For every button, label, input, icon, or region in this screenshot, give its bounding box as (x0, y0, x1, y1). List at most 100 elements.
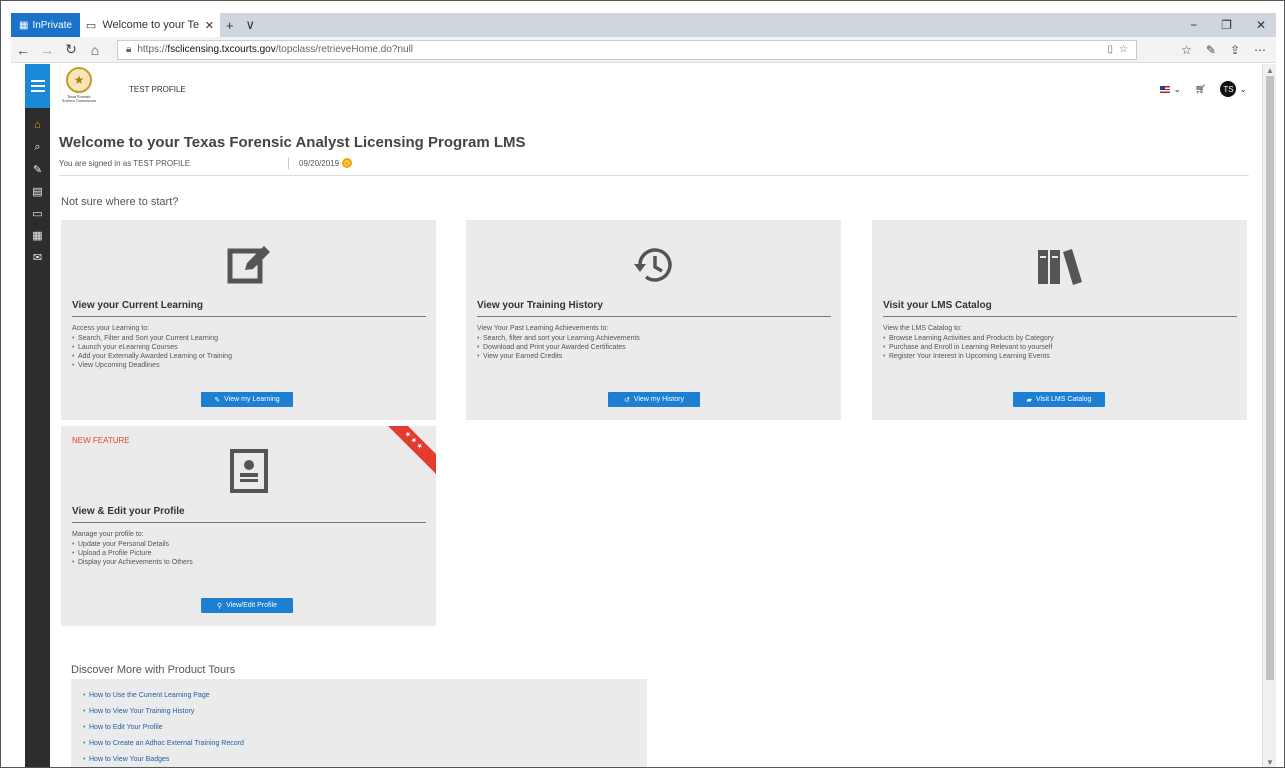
start-heading: Not sure where to start? (61, 196, 179, 208)
favorite-star-icon[interactable]: ☆ (1119, 44, 1128, 55)
scroll-down-icon[interactable]: ▼ (1263, 758, 1276, 767)
clock-icon[interactable]: ◷ (342, 158, 353, 168)
visit-lms-catalog-button[interactable]: ▰ Visit LMS Catalog (1013, 392, 1105, 407)
clipboard-icon[interactable]: ▤ (25, 180, 50, 202)
id-card-icon[interactable]: ▭ (25, 202, 50, 224)
card-title: Visit your LMS Catalog (883, 300, 992, 311)
share-icon[interactable]: ⇪ (1230, 43, 1240, 57)
card-training-history: View your Training History View Your Pas… (466, 220, 841, 420)
tour-link[interactable]: How to Create an Adhoc External Training… (83, 736, 647, 752)
menu-toggle-button[interactable] (25, 64, 50, 108)
main-content: ★ Texas Forensic Science Commission TEST … (51, 64, 1261, 767)
inprivate-icon: ▦ (19, 19, 29, 31)
history-icon (466, 242, 841, 288)
list-item: Add your Externally Awarded Learning or … (72, 352, 232, 361)
browser-window: ▦ InPrivate ▭ Welcome to your Texas ✕ + … (0, 0, 1285, 768)
url-path: /topclass/retrieveHome.do?null (275, 44, 414, 55)
list-item: Search, Filter and Sort your Current Lea… (72, 334, 232, 343)
button-label: View my Learning (224, 396, 280, 403)
lock-icon: 🔒︎ (126, 44, 132, 55)
commission-logo[interactable]: ★ Texas Forensic Science Commission (59, 67, 99, 111)
button-label: Visit LMS Catalog (1035, 396, 1092, 403)
vertical-scrollbar[interactable]: ▲ ▼ (1262, 64, 1276, 767)
tab-close-icon[interactable]: ✕ (205, 19, 214, 32)
user-icon: ⚲ (217, 602, 223, 610)
new-feature-badge: NEW FEATURE (72, 436, 130, 445)
top-bar: ★ Texas Forensic Science Commission TEST … (51, 64, 1261, 114)
new-tab-button[interactable]: + (220, 18, 240, 33)
tour-link[interactable]: How to View Your Badges (83, 752, 647, 767)
signed-in-text: You are signed in as TEST PROFILE (59, 158, 191, 168)
list-item: Launch your eLearning Courses (72, 343, 232, 352)
list-item: Update your Personal Details (72, 540, 193, 549)
list-item: View your Earned Credits (477, 352, 640, 361)
card-description: Manage your profile to: Update your Pers… (72, 530, 193, 567)
close-window-button[interactable]: ✕ (1256, 18, 1266, 32)
url-prefix: https:// (137, 44, 168, 55)
favorites-icon[interactable]: ☆ (1181, 43, 1192, 57)
tour-link[interactable]: How to Use the Current Learning Page (83, 688, 647, 704)
scroll-up-icon[interactable]: ▲ (1263, 66, 1276, 75)
cart-icon[interactable]: 🛒︎ (1195, 84, 1206, 95)
maximize-button[interactable]: ❐ (1221, 18, 1232, 32)
list-item: Search, filter and sort your Learning Ac… (477, 334, 640, 343)
forward-button[interactable]: → (35, 42, 59, 58)
card-title: View & Edit your Profile (72, 506, 185, 517)
profile-card-icon (61, 448, 436, 494)
home-button[interactable]: ⌂ (83, 42, 107, 58)
inprivate-label: InPrivate (32, 19, 72, 31)
tour-link[interactable]: How to View Your Training History (83, 704, 647, 720)
tab-page-icon: ▭ (85, 19, 97, 32)
card-lms-catalog: Visit your LMS Catalog View the LMS Cata… (872, 220, 1247, 420)
list-item: Browse Learning Activities and Products … (883, 334, 1054, 343)
card-intro: View Your Past Learning Achievements to: (477, 325, 609, 332)
list-item: Register Your Interest in Upcoming Learn… (883, 352, 1054, 361)
card-intro: View the LMS Catalog to: (883, 325, 962, 332)
reading-view-icon[interactable]: ▯ (1108, 44, 1114, 55)
profile-name: TEST PROFILE (129, 84, 186, 94)
current-date: 09/20/2019 (299, 158, 340, 168)
user-menu[interactable]: TS ⌄ (1220, 81, 1247, 97)
calendar-icon[interactable]: ▦ (25, 224, 50, 246)
view-my-history-button[interactable]: ↺ View my History (608, 392, 700, 407)
card-intro: Manage your profile to: (72, 531, 144, 538)
view-my-learning-button[interactable]: ✎ View my Learning (201, 392, 293, 407)
back-button[interactable]: ← (11, 42, 35, 58)
search-icon[interactable]: ⌕ (25, 136, 50, 158)
tab-list-button[interactable]: ∨ (240, 17, 262, 33)
scroll-thumb[interactable] (1266, 76, 1274, 680)
language-selector[interactable]: ⌄ (1160, 84, 1181, 95)
list-item: Display your Achievements to Others (72, 558, 193, 567)
list-item: Download and Print your Awarded Certific… (477, 343, 640, 352)
logo-text-2: Science Commission (62, 98, 96, 103)
sidebar: ⌂ ⌕ ✎ ▤ ▭ ▦ ✉ (25, 64, 50, 767)
mail-icon[interactable]: ✉ (25, 246, 50, 268)
card-description: View the LMS Catalog to: Browse Learning… (883, 324, 1054, 361)
minimize-button[interactable]: − (1190, 18, 1197, 32)
card-description: View Your Past Learning Achievements to:… (477, 324, 640, 361)
edit-icon: ✎ (214, 396, 221, 404)
home-icon[interactable]: ⌂ (25, 114, 50, 136)
address-bar: ← → ↻ ⌂ 🔒︎ https://fsclicensing.txcourts… (11, 37, 1276, 63)
view-edit-profile-button[interactable]: ⚲ View/Edit Profile (201, 598, 293, 613)
refresh-button[interactable]: ↻ (59, 41, 83, 58)
browser-tab[interactable]: ▭ Welcome to your Texas ✕ (79, 13, 220, 37)
tab-bar: ▦ InPrivate ▭ Welcome to your Texas ✕ + … (11, 13, 1276, 37)
us-flag-icon (1160, 85, 1171, 93)
inprivate-badge[interactable]: ▦ InPrivate (11, 13, 80, 37)
edit-icon[interactable]: ✎ (25, 158, 50, 180)
list-item: Upload a Profile Picture (72, 549, 193, 558)
tours-heading: Discover More with Product Tours (71, 664, 236, 676)
chevron-down-icon: ⌄ (1239, 83, 1247, 94)
tour-link[interactable]: How to Edit Your Profile (83, 720, 647, 736)
pen-icon[interactable]: ✎ (1206, 43, 1216, 57)
more-icon[interactable]: ⋯ (1254, 43, 1266, 57)
edit-square-icon (61, 242, 436, 288)
history-small-icon: ↺ (624, 396, 630, 404)
card-edit-profile: NEW FEATURE ★ ★ ★ View & Edit your Profi… (61, 426, 436, 626)
chevron-down-icon: ⌄ (1173, 83, 1182, 94)
list-item: View Upcoming Deadlines (72, 361, 232, 370)
card-description: Access your Learning to: Search, Filter … (72, 324, 232, 370)
list-item: Purchase and Enroll in Learning Relevant… (883, 343, 1054, 352)
url-field[interactable]: 🔒︎ https://fsclicensing.txcourts.gov/top… (117, 39, 1137, 60)
